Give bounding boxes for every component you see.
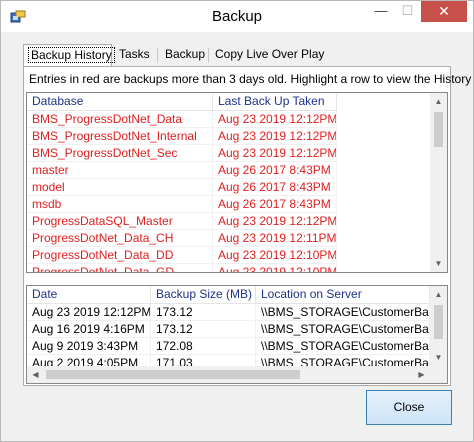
database-name-cell[interactable]: BMS_ProgressDotNet_Internal [27, 128, 213, 145]
history-grid[interactable]: Date Backup Size (MB) Location on Server… [26, 285, 448, 384]
database-name-cell[interactable]: ProgressDotNet_Data_DD [27, 247, 213, 264]
column-header-location[interactable]: Location on Server [256, 286, 430, 304]
tab-backup-history[interactable]: Backup History [23, 44, 115, 67]
database-name-cell[interactable]: master [27, 162, 213, 179]
last-backup-cell[interactable]: Aug 23 2019 12:11PM [213, 230, 337, 247]
tab-tasks[interactable]: Tasks [115, 44, 154, 66]
backup-size-cell[interactable]: 173.12 [151, 321, 256, 338]
info-text: Entries in red are backups more than 3 d… [29, 72, 472, 86]
backup-history-panel: Entries in red are backups more than 3 d… [23, 66, 471, 386]
backup-window: Backup — ☐ ✕ Backup History Tasks Backup… [0, 0, 474, 442]
column-header-backup-size[interactable]: Backup Size (MB) [151, 286, 256, 304]
last-backup-cell[interactable]: Aug 26 2017 8:43PM [213, 162, 337, 179]
database-name-cell[interactable]: model [27, 179, 213, 196]
scroll-thumb[interactable] [434, 112, 443, 147]
tab-copy-live-over-play[interactable]: Copy Live Over Play [211, 44, 328, 66]
scroll-down-icon[interactable]: ▼ [430, 349, 447, 366]
maximize-button[interactable]: ☐ [394, 1, 421, 22]
last-backup-cell[interactable]: Aug 23 2019 12:12PM [213, 145, 337, 162]
scroll-up-icon[interactable]: ▲ [430, 93, 447, 110]
database-vertical-scrollbar[interactable]: ▲ ▼ [430, 93, 447, 272]
window-close-button[interactable]: ✕ [421, 1, 467, 22]
database-grid[interactable]: Database Last Back Up Taken BMS_Progress… [26, 92, 448, 273]
scroll-left-icon[interactable]: ◀ [27, 366, 44, 383]
tab-backup[interactable]: Backup [161, 44, 209, 66]
date-cell[interactable]: Aug 16 2019 4:16PM [27, 321, 151, 338]
tab-divider [208, 48, 209, 63]
last-backup-cell[interactable]: Aug 23 2019 12:12PM [213, 213, 337, 230]
scroll-up-icon[interactable]: ▲ [430, 286, 447, 303]
column-header-database[interactable]: Database [27, 93, 213, 111]
close-button[interactable]: Close [366, 390, 452, 425]
tab-divider [157, 48, 158, 63]
backup-size-cell[interactable]: 172.08 [151, 338, 256, 355]
location-cell[interactable]: \\BMS_STORAGE\CustomerBaks\Ou [256, 304, 430, 321]
database-name-cell[interactable]: BMS_ProgressDotNet_Sec [27, 145, 213, 162]
tab-label: Backup History [28, 47, 115, 63]
last-backup-cell[interactable]: Aug 23 2019 12:12PM [213, 128, 337, 145]
date-cell[interactable]: Aug 23 2019 12:12PM [27, 304, 151, 321]
last-backup-cell[interactable]: Aug 23 2019 12:10PM [213, 247, 337, 264]
scroll-right-icon[interactable]: ▶ [413, 366, 430, 383]
column-header-last-backup[interactable]: Last Back Up Taken [213, 93, 337, 111]
location-cell[interactable]: \\BMS_STORAGE\CustomerBaks\Ou [256, 321, 430, 338]
last-backup-cell[interactable]: Aug 23 2019 12:12PM [213, 111, 337, 128]
scroll-down-icon[interactable]: ▼ [430, 255, 447, 272]
history-vertical-scrollbar[interactable]: ▲ ▼ [430, 286, 447, 366]
database-name-cell[interactable]: BMS_ProgressDotNet_Data [27, 111, 213, 128]
date-cell[interactable]: Aug 9 2019 3:43PM [27, 338, 151, 355]
column-header-date[interactable]: Date [27, 286, 151, 304]
database-name-cell[interactable]: ProgressDotNet_Data_CH [27, 230, 213, 247]
location-cell[interactable]: \\BMS_STORAGE\CustomerBaks\Ou [256, 338, 430, 355]
database-name-cell[interactable]: ProgressDataSQL_Master [27, 213, 213, 230]
minimize-button[interactable]: — [368, 1, 394, 22]
database-name-cell[interactable]: ProgressDotNet_Data_GD [27, 264, 213, 272]
last-backup-cell[interactable]: Aug 26 2017 8:43PM [213, 196, 337, 213]
last-backup-cell[interactable]: Aug 23 2019 12:10PM [213, 264, 337, 272]
title-bar[interactable]: Backup — ☐ ✕ [1, 1, 473, 32]
backup-size-cell[interactable]: 173.12 [151, 304, 256, 321]
last-backup-cell[interactable]: Aug 26 2017 8:43PM [213, 179, 337, 196]
history-horizontal-scrollbar[interactable]: ◀ ▶ [27, 366, 430, 383]
scroll-thumb[interactable] [434, 305, 443, 339]
scrollbar-corner [430, 366, 447, 383]
database-name-cell[interactable]: msdb [27, 196, 213, 213]
scroll-thumb[interactable] [46, 370, 300, 379]
